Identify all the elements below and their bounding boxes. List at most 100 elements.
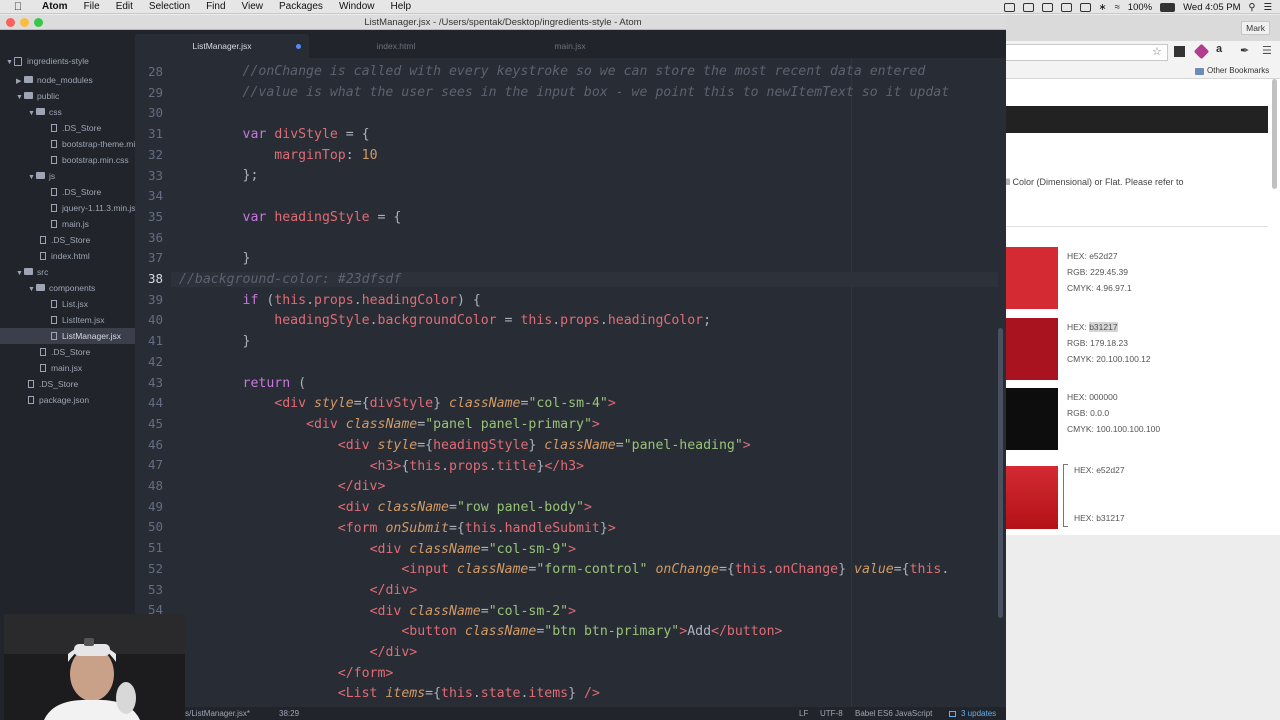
swatch-hex-selected[interactable]: b31217 bbox=[1089, 322, 1118, 332]
tree-root-label: ingredients-style bbox=[27, 56, 89, 66]
status-file-path[interactable]: ents/ListManager.jsx* bbox=[174, 707, 250, 720]
tree-item-public[interactable]: ▼ public bbox=[16, 88, 59, 104]
status-encoding[interactable]: UTF-8 bbox=[820, 707, 843, 720]
tree-item-ds-store[interactable]: .DS_Store bbox=[28, 376, 78, 392]
tree-item-main-js[interactable]: main.js bbox=[51, 216, 89, 232]
code-line-current: //background-color: #23dfsdf bbox=[171, 272, 998, 287]
line-number: 52 bbox=[147, 560, 163, 576]
clock-icon[interactable] bbox=[1079, 2, 1091, 12]
tree-item-jquery[interactable]: jquery-1.11.3.min.js bbox=[51, 200, 135, 216]
chrome-menu-icon[interactable]: ☰ bbox=[1262, 44, 1272, 57]
tree-item-css[interactable]: ▼ css bbox=[28, 104, 62, 120]
tab-listmanager[interactable]: ListManager.jsx bbox=[135, 34, 309, 58]
tab-label: index.html bbox=[376, 41, 416, 51]
code-line: } bbox=[179, 334, 251, 349]
tree-item-ds-store[interactable]: .DS_Store bbox=[40, 232, 90, 248]
code-line: <div className="col-sm-2"> bbox=[369, 604, 577, 619]
zoom-button[interactable] bbox=[34, 18, 43, 27]
menu-view[interactable]: View bbox=[234, 0, 272, 14]
clock-text[interactable]: Wed 4:05 PM bbox=[1183, 2, 1240, 13]
search-icon[interactable]: ⚲ bbox=[1249, 2, 1256, 13]
folder-icon bbox=[1195, 68, 1204, 75]
code-line: <h3>{this.props.title}</h3> bbox=[369, 459, 585, 474]
swatch-rgb: RGB: 229.45.39 bbox=[1067, 267, 1128, 277]
profile-button[interactable]: Mark bbox=[1241, 21, 1270, 35]
line-number: 53 bbox=[147, 581, 163, 597]
battery-percent[interactable]: 100% bbox=[1128, 2, 1152, 13]
code-line: <input className="form-control" onChange… bbox=[401, 562, 950, 577]
bookmarks-bar: Other Bookmarks bbox=[1006, 65, 1280, 79]
code-line: </div> bbox=[369, 583, 418, 598]
swatch-hex: HEX: e52d27 bbox=[1067, 251, 1118, 261]
file-icon bbox=[51, 187, 57, 196]
tree-item-label: .DS_Store bbox=[39, 379, 79, 389]
tree-item-index-html[interactable]: index.html bbox=[40, 248, 90, 264]
file-icon bbox=[51, 331, 57, 340]
code-line: <div style={divStyle} className="col-sm-… bbox=[274, 396, 616, 411]
apple-icon[interactable]:  bbox=[12, 1, 24, 13]
code-editor[interactable]: 28 29 30 31 32 33 34 35 36 37 38 39 40 41 42 43 44 45 46 47… bbox=[135, 58, 1006, 707]
menu-find[interactable]: Find bbox=[198, 0, 233, 14]
star-icon[interactable]: ☆ bbox=[1152, 45, 1162, 58]
list-icon[interactable]: ☰ bbox=[1263, 2, 1272, 13]
status-updates[interactable]: 3 updates bbox=[961, 707, 996, 720]
status-grammar[interactable]: Babel ES6 JavaScript bbox=[855, 707, 932, 720]
eyedropper-extension-icon[interactable]: ✒ bbox=[1240, 44, 1249, 57]
tree-item-src[interactable]: ▼ src bbox=[16, 264, 48, 280]
minimize-button[interactable] bbox=[20, 18, 29, 27]
wifi-icon[interactable]: ≈ bbox=[1115, 2, 1120, 13]
close-button[interactable] bbox=[6, 18, 15, 27]
tree-item-listmanager-jsx[interactable]: ListManager.jsx bbox=[0, 328, 135, 344]
tag-extension-icon[interactable] bbox=[1193, 43, 1210, 60]
tree-item-ds-store[interactable]: .DS_Store bbox=[51, 120, 101, 136]
tree-item-bootstrap-theme[interactable]: bootstrap-theme.min.css bbox=[51, 136, 135, 152]
tree-item-ds-store[interactable]: .DS_Store bbox=[51, 184, 101, 200]
address-bar[interactable] bbox=[1006, 44, 1168, 61]
shield-icon[interactable] bbox=[1041, 2, 1053, 12]
menu-edit[interactable]: Edit bbox=[108, 0, 141, 14]
tree-item-node-modules[interactable]: ▶ node_modules bbox=[16, 72, 93, 88]
amazon-extension-icon[interactable]: a bbox=[1216, 43, 1222, 55]
tree-item-listitem-jsx[interactable]: ListItem.jsx bbox=[51, 312, 105, 328]
color-swatch bbox=[1006, 318, 1058, 380]
menu-bar:  Atom File Edit Selection Find View Pac… bbox=[0, 0, 1280, 14]
editor-scrollbar[interactable] bbox=[998, 328, 1003, 618]
bluetooth-icon[interactable]: ∗ bbox=[1099, 2, 1107, 13]
menu-app-name[interactable]: Atom bbox=[34, 0, 76, 14]
tree-item-main-jsx[interactable]: main.jsx bbox=[40, 360, 82, 376]
chevron-down-icon: ▼ bbox=[28, 110, 35, 117]
tab-main-jsx[interactable]: main.jsx bbox=[483, 34, 657, 58]
code-line: marginTop: 10 bbox=[274, 148, 378, 163]
screen-icon[interactable] bbox=[1003, 2, 1015, 12]
tree-item-js[interactable]: ▼ js bbox=[28, 168, 55, 184]
menu-help[interactable]: Help bbox=[383, 0, 420, 14]
line-number: 34 bbox=[147, 188, 163, 204]
tab-index-html[interactable]: index.html bbox=[309, 34, 483, 58]
tree-item-label: .DS_Store bbox=[62, 187, 102, 197]
page-scrollbar[interactable] bbox=[1272, 79, 1277, 189]
layers-extension-icon[interactable] bbox=[1174, 46, 1185, 57]
tree-item-ds-store[interactable]: .DS_Store bbox=[40, 344, 90, 360]
status-line-ending[interactable]: LF bbox=[799, 707, 808, 720]
status-cursor-position[interactable]: 38:29 bbox=[279, 707, 299, 720]
swatch-rgb: RGB: 0.0.0 bbox=[1067, 408, 1110, 418]
menu-file[interactable]: File bbox=[76, 0, 108, 14]
other-bookmarks[interactable]: Other Bookmarks bbox=[1207, 66, 1269, 75]
tree-item-components[interactable]: ▼ components bbox=[28, 280, 95, 296]
line-number: 35 bbox=[147, 208, 163, 224]
folder-icon bbox=[36, 172, 45, 180]
tree-item-bootstrap[interactable]: bootstrap.min.css bbox=[51, 152, 129, 168]
menu-window[interactable]: Window bbox=[331, 0, 383, 14]
menu-packages[interactable]: Packages bbox=[271, 0, 331, 14]
cloud-icon[interactable] bbox=[1060, 2, 1072, 12]
tree-root[interactable]: ▼ ingredients-style bbox=[6, 53, 89, 69]
tree-item-package-json[interactable]: package.json bbox=[28, 392, 89, 408]
line-number: 51 bbox=[147, 540, 163, 556]
presenter-image bbox=[4, 614, 185, 720]
swatch-cmyk: CMYK: 20.100.100.12 bbox=[1067, 354, 1151, 364]
tree-item-list-jsx[interactable]: List.jsx bbox=[51, 296, 88, 312]
tree-item-label: ListItem.jsx bbox=[62, 315, 105, 325]
menu-selection[interactable]: Selection bbox=[141, 0, 198, 14]
camera-icon[interactable] bbox=[1022, 2, 1034, 12]
line-number: 41 bbox=[147, 333, 163, 349]
